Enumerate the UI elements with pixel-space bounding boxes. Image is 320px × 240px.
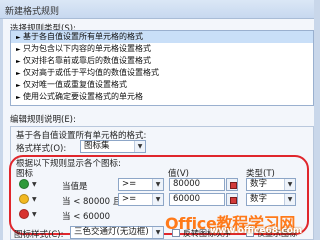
title-bar: 新建格式规则 [0,0,314,19]
chevron-down-icon[interactable]: ▼ [32,195,39,204]
red-circle-icon[interactable] [19,209,29,219]
chevron-down-icon: ▼ [152,227,163,238]
value-input[interactable]: 80000 [169,178,225,191]
chevron-down-icon[interactable]: ▼ [32,180,39,189]
yellow-circle-icon[interactable] [19,194,29,204]
operator-select[interactable]: >= ▼ [118,178,164,191]
green-circle-icon[interactable] [19,179,29,189]
value-input[interactable]: 60000 [169,193,225,206]
bullet-arrow-icon: ► [16,94,21,101]
icon-condition-text: 当 < 60000 [62,212,111,222]
operator-select[interactable]: >= ▼ [118,193,164,206]
watermark-url: www.office68.com [210,226,303,236]
range-picker-icon[interactable] [226,193,238,206]
range-picker-icon[interactable] [226,178,238,191]
rule-desc-label: 编辑规则说明(E): [10,115,76,125]
chevron-down-icon: ▼ [152,194,163,205]
chevron-down-icon: ▼ [284,194,295,205]
rule-type-item[interactable]: ► 仅对高于或低于平均值的数值设置格式 [11,67,313,79]
window-title: 新建格式规则 [5,7,60,17]
icon-condition-text: 当值是 [62,182,88,192]
type-select[interactable]: 数字 ▼ [246,193,296,206]
chevron-down-icon: ▼ [134,141,145,152]
type-select[interactable]: 数字 ▼ [246,178,296,191]
rule-type-item[interactable]: ► 仅对排名靠前或靠后的数值设置格式 [11,55,313,67]
rule-type-item[interactable]: ► 基于各自值设置所有单元格的格式 [11,31,313,43]
rule-type-item[interactable]: ► 仅对唯一值或重复值设置格式 [11,79,313,91]
chevron-down-icon[interactable]: ▼ [32,210,39,219]
format-style-select[interactable]: 图标集 ▼ [80,140,146,153]
icon-condition-text: 当 < 80000 且 [62,197,122,207]
format-style-label: 格式样式(O): [16,144,67,154]
icon-style-select[interactable]: 三色交通灯(无边框) ▼ [70,226,164,239]
icon-style-label: 图标样式(C): [14,230,64,240]
chevron-down-icon: ▼ [284,179,295,190]
icon-column-header: 图标 [16,169,34,179]
chevron-down-icon: ▼ [152,179,163,190]
rule-type-item[interactable]: ► 使用公式确定要设置格式的单元格 [11,91,313,103]
rule-type-list[interactable]: ► 基于各自值设置所有单元格的格式 ► 只为包含以下内容的单元格设置格式 ► 仅对排名… [10,30,314,106]
rule-type-item[interactable]: ► 只为包含以下内容的单元格设置格式 [11,43,313,55]
